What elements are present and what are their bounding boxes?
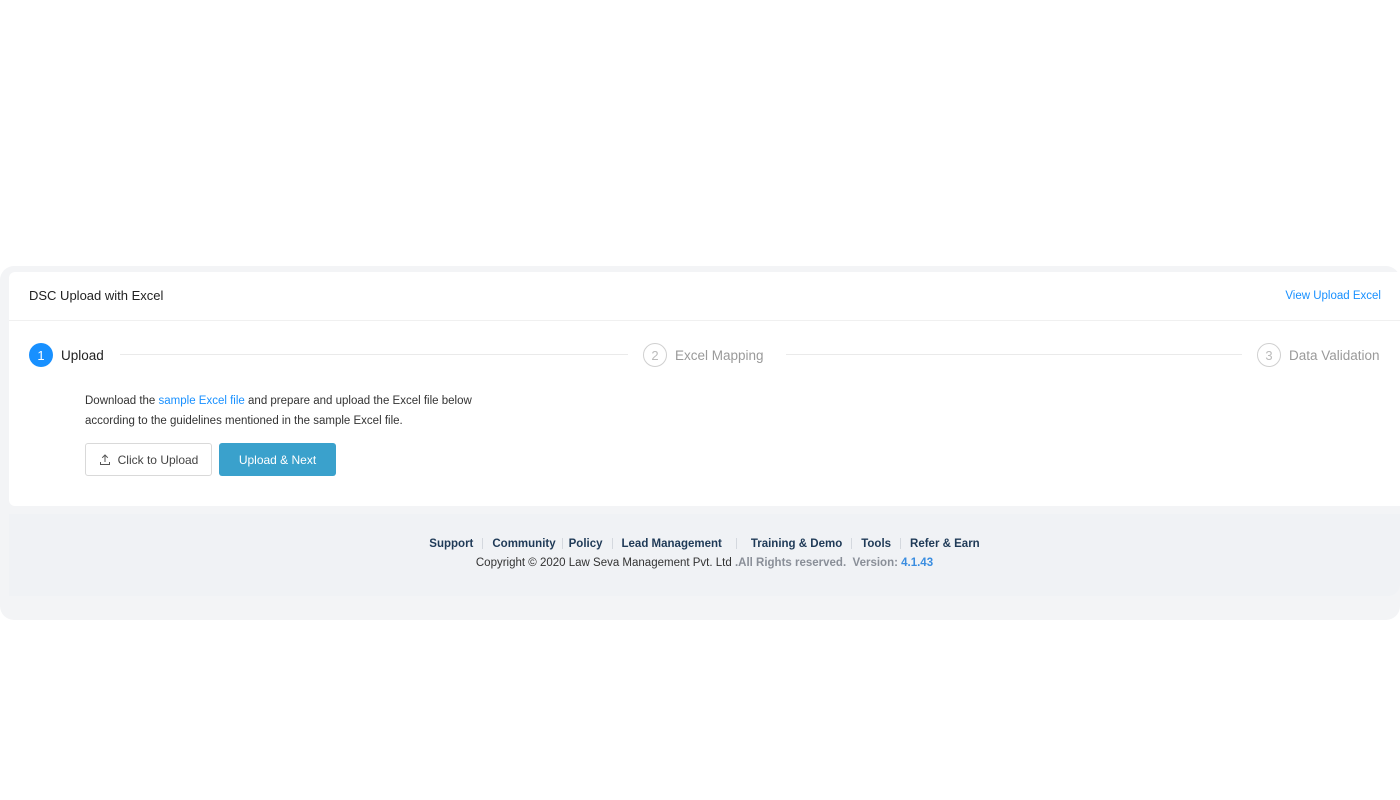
divider: [735, 538, 737, 550]
step-number: 3: [1257, 343, 1281, 367]
copyright-text: Copyright © 2020 Law Seva Management Pvt…: [475, 557, 732, 569]
footer-link-training-demo[interactable]: Training & Demo: [751, 538, 842, 550]
divider: [482, 538, 484, 550]
version-number: 4.1.43: [901, 557, 934, 569]
footer-link-refer-earn[interactable]: Refer & Earn: [910, 538, 980, 550]
footer-link-support[interactable]: Support: [429, 538, 473, 550]
step-connector: [786, 354, 1242, 355]
footer: Support Community Policy Lead Management Tra…: [9, 514, 1400, 596]
card-header: DSC Upload with Excel View Upload Excel: [9, 272, 1400, 321]
footer-links: Support Community Policy Lead Management Tra…: [9, 538, 1400, 550]
instructions-prefix: Download the: [85, 395, 159, 407]
upload-instructions: Download the sample Excel file and prepa…: [85, 392, 505, 431]
view-upload-excel-link[interactable]: View Upload Excel: [1285, 290, 1381, 302]
footer-link-policy[interactable]: Policy: [569, 538, 603, 550]
upload-button-label: Click to Upload: [117, 452, 199, 467]
divider: [851, 538, 853, 550]
step-number: 2: [643, 343, 667, 367]
footer-link-lead-management[interactable]: Lead Management: [622, 538, 722, 550]
next-button-label: Upload & Next: [238, 452, 317, 467]
upload-card: DSC Upload with Excel View Upload Excel …: [9, 272, 1400, 506]
step-label: Excel Mapping: [675, 347, 764, 363]
step-label: Upload: [61, 347, 104, 363]
footer-copyright: Copyright © 2020 Law Seva Management Pvt…: [9, 557, 1400, 569]
divider: [900, 538, 902, 550]
step-label: Data Validation: [1289, 347, 1380, 363]
footer-link-community[interactable]: Community: [492, 538, 555, 550]
step-data-validation[interactable]: 3 Data Validation: [1257, 342, 1380, 368]
click-to-upload-button[interactable]: Click to Upload: [85, 443, 212, 476]
upload-next-button[interactable]: Upload & Next: [219, 443, 336, 476]
step-excel-mapping[interactable]: 2 Excel Mapping: [643, 342, 764, 368]
sample-excel-link[interactable]: sample Excel file: [159, 395, 245, 407]
version-label: Version:: [852, 557, 902, 569]
upload-icon: [99, 453, 110, 465]
step-upload[interactable]: 1 Upload: [29, 342, 104, 368]
step-number: 1: [29, 343, 53, 367]
divider: [611, 538, 613, 550]
page-title: DSC Upload with Excel: [29, 288, 164, 303]
step-connector: [120, 354, 628, 355]
footer-link-tools[interactable]: Tools: [861, 538, 891, 550]
rights-text: .All Rights reserved.: [731, 557, 847, 569]
steps-bar: 1 Upload 2 Excel Mapping 3 Data Validati…: [29, 342, 1381, 368]
divider: [561, 538, 563, 550]
